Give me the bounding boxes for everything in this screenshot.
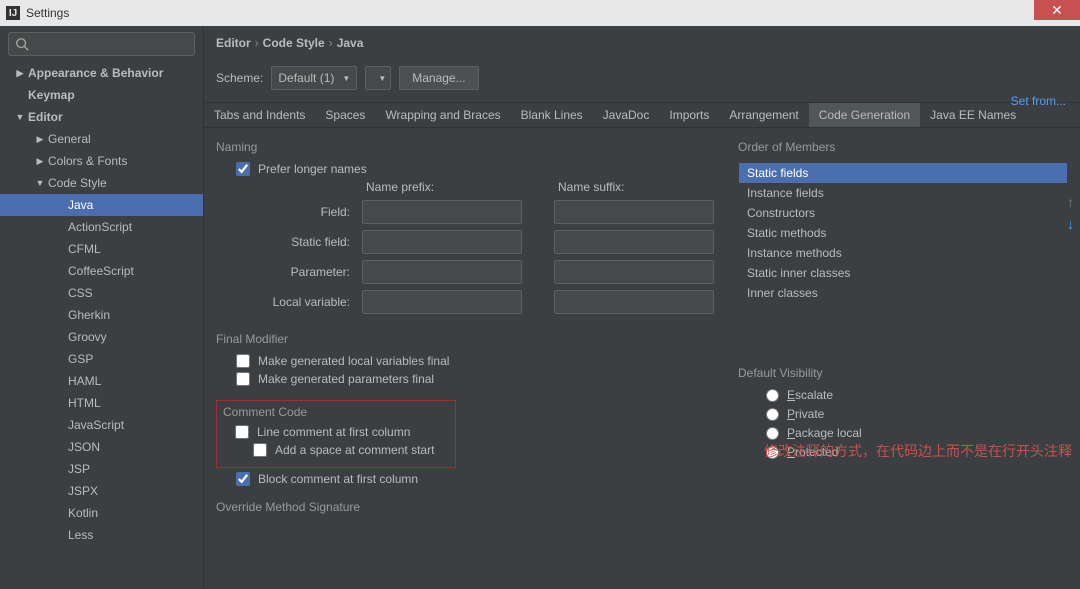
tab[interactable]: Arrangement <box>719 103 808 127</box>
tree-item[interactable]: Keymap <box>0 84 203 106</box>
override-title: Override Method Signature <box>216 500 714 514</box>
suffix-input[interactable] <box>554 200 714 224</box>
tree-item[interactable]: GSP <box>0 348 203 370</box>
sidebar: ▶Appearance & BehaviorKeymap▼Editor▶Gene… <box>0 26 204 589</box>
settings-tree: ▶Appearance & BehaviorKeymap▼Editor▶Gene… <box>0 62 203 589</box>
tree-item[interactable]: Less <box>0 524 203 546</box>
naming-title: Naming <box>216 140 714 154</box>
line-comment-first-col-checkbox[interactable]: Line comment at first column <box>235 425 449 439</box>
params-final-checkbox[interactable]: Make generated parameters final <box>236 372 714 386</box>
visibility-radio[interactable]: Package local <box>766 426 1068 440</box>
tab[interactable]: Code Generation <box>809 103 920 127</box>
app-icon: IJ <box>6 6 20 20</box>
tree-item[interactable]: ▶General <box>0 128 203 150</box>
tree-item[interactable]: ▶Colors & Fonts <box>0 150 203 172</box>
tree-item[interactable]: CFML <box>0 238 203 260</box>
tree-item[interactable]: ActionScript <box>0 216 203 238</box>
scheme-row: Scheme: Default (1)▼ ▼ Manage... <box>204 60 1080 102</box>
window-title: Settings <box>26 6 69 20</box>
suffix-input[interactable] <box>554 290 714 314</box>
scheme-label: Scheme: <box>216 71 263 85</box>
tree-item[interactable]: ▼Code Style <box>0 172 203 194</box>
add-space-comment-checkbox[interactable]: Add a space at comment start <box>253 443 449 457</box>
prefer-longer-checkbox[interactable]: Prefer longer names <box>236 162 714 176</box>
tab[interactable]: Tabs and Indents <box>204 103 315 127</box>
tree-item[interactable]: CoffeeScript <box>0 260 203 282</box>
visibility-radio[interactable]: Private <box>766 407 1068 421</box>
suffix-input[interactable] <box>554 230 714 254</box>
breadcrumb: Editor›Code Style›Java <box>204 26 1080 60</box>
visibility-title: Default Visibility <box>738 366 1068 380</box>
manage-button[interactable]: Manage... <box>399 66 478 90</box>
order-item[interactable]: Instance methods <box>739 243 1067 263</box>
tree-item[interactable]: Java <box>0 194 203 216</box>
order-item[interactable]: Static inner classes <box>739 263 1067 283</box>
tree-item[interactable]: JSP <box>0 458 203 480</box>
chevron-down-icon: ▼ <box>342 74 350 83</box>
order-item[interactable]: Static fields <box>739 163 1067 183</box>
content-area: Editor›Code Style›Java Scheme: Default (… <box>204 26 1080 589</box>
suffix-input[interactable] <box>554 260 714 284</box>
tree-item[interactable]: Kotlin <box>0 502 203 524</box>
close-button[interactable]: ✕ <box>1034 0 1080 20</box>
block-comment-first-col-checkbox[interactable]: Block comment at first column <box>236 472 714 486</box>
order-item[interactable]: Inner classes <box>739 283 1067 303</box>
tree-item[interactable]: HAML <box>0 370 203 392</box>
tab[interactable]: JavaDoc <box>593 103 660 127</box>
scheme-dropdown-btn[interactable]: ▼ <box>365 66 391 90</box>
prefix-input[interactable] <box>362 200 522 224</box>
visibility-radio[interactable]: Escalate <box>766 388 1068 402</box>
search-icon <box>15 37 29 51</box>
tab[interactable]: Blank Lines <box>511 103 593 127</box>
tree-item[interactable]: JavaScript <box>0 414 203 436</box>
tree-item[interactable]: HTML <box>0 392 203 414</box>
scheme-combo[interactable]: Default (1)▼ <box>271 66 357 90</box>
tree-item[interactable]: Groovy <box>0 326 203 348</box>
tree-item[interactable]: JSON <box>0 436 203 458</box>
tree-item[interactable]: JSPX <box>0 480 203 502</box>
tab[interactable]: Spaces <box>315 103 375 127</box>
tree-item[interactable]: Gherkin <box>0 304 203 326</box>
tab[interactable]: Imports <box>659 103 719 127</box>
annotation-text: 修改注释的方式，在代码边上而不是在行开头注释 <box>764 441 1072 461</box>
local-vars-final-checkbox[interactable]: Make generated local variables final <box>236 354 714 368</box>
chevron-down-icon: ▼ <box>378 74 386 83</box>
tree-item[interactable]: ▼Editor <box>0 106 203 128</box>
tree-item[interactable]: CSS <box>0 282 203 304</box>
prefix-input[interactable] <box>362 260 522 284</box>
titlebar: IJ Settings ✕ <box>0 0 1080 26</box>
prefix-grid: Name prefix:Name suffix:Field:Static fie… <box>236 180 714 314</box>
search-input[interactable] <box>8 32 195 56</box>
comment-code-title: Comment Code <box>223 405 449 419</box>
reorder-arrows: ↑ ↓ <box>1067 194 1074 232</box>
comment-code-section: Comment Code Line comment at first colum… <box>216 400 456 468</box>
tab[interactable]: Wrapping and Braces <box>375 103 510 127</box>
prefix-input[interactable] <box>362 230 522 254</box>
tabs: Tabs and IndentsSpacesWrapping and Brace… <box>204 102 1080 128</box>
move-down-button[interactable]: ↓ <box>1067 216 1074 232</box>
order-item[interactable]: Static methods <box>739 223 1067 243</box>
order-item[interactable]: Instance fields <box>739 183 1067 203</box>
set-from-link[interactable]: Set from... <box>1011 94 1066 108</box>
tree-item[interactable]: ▶Appearance & Behavior <box>0 62 203 84</box>
move-up-button[interactable]: ↑ <box>1067 194 1074 210</box>
final-modifier-title: Final Modifier <box>216 332 714 346</box>
order-item[interactable]: Constructors <box>739 203 1067 223</box>
prefix-input[interactable] <box>362 290 522 314</box>
order-title: Order of Members <box>738 140 1068 154</box>
order-list[interactable]: Static fieldsInstance fieldsConstructors… <box>738 162 1068 304</box>
